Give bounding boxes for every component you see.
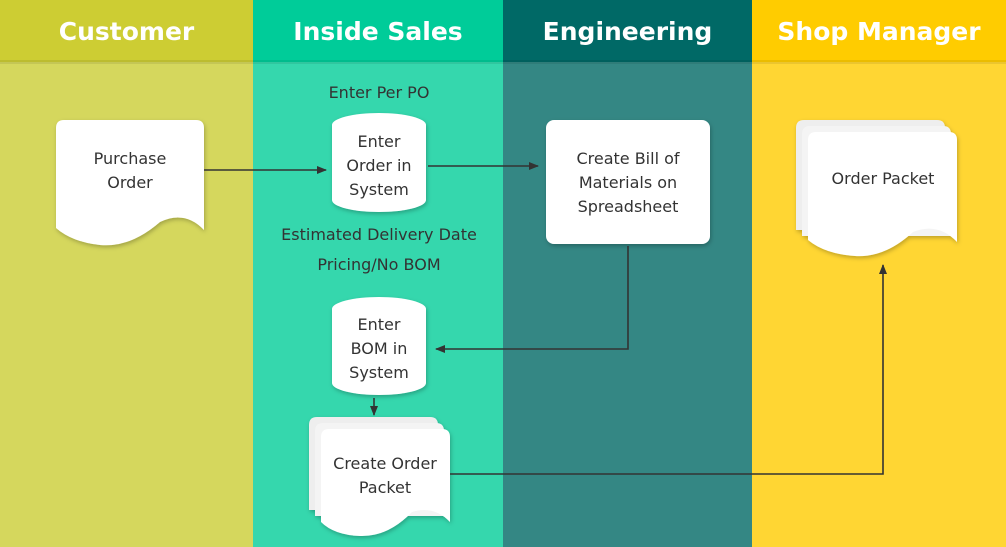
node-label: BOM in xyxy=(351,339,408,358)
node-label: Enter xyxy=(358,315,401,334)
swimlane-diagram: Customer Inside Sales Engineering Shop Mana… xyxy=(0,0,1006,547)
order-packet-multi-document[interactable] xyxy=(796,120,957,257)
annotation-enter-per-po: Enter Per PO xyxy=(329,83,430,102)
node-label: Create Bill of xyxy=(576,149,679,168)
annotation-estimated-delivery: Estimated Delivery Date xyxy=(281,225,477,244)
node-label: Order Packet xyxy=(832,169,935,188)
header-shadow xyxy=(0,60,1006,64)
lane-title: Shop Manager xyxy=(777,17,981,46)
lane-title: Customer xyxy=(59,17,195,46)
node-label: Order in xyxy=(346,156,411,175)
node-label: Create Order xyxy=(333,454,437,473)
node-label: System xyxy=(349,180,409,199)
node-label: System xyxy=(349,363,409,382)
node-label: Packet xyxy=(359,478,411,497)
lane-body xyxy=(0,0,253,547)
annotation-pricing: Pricing/No BOM xyxy=(317,255,440,274)
node-label: Enter xyxy=(358,132,401,151)
lane-customer: Customer xyxy=(0,0,253,547)
node-label: Materials on xyxy=(579,173,677,192)
node-label: Order xyxy=(107,173,153,192)
lane-shop-manager: Shop Manager xyxy=(752,0,1006,547)
lane-body xyxy=(752,0,1006,547)
node-label: Spreadsheet xyxy=(578,197,679,216)
lane-title: Engineering xyxy=(543,17,713,46)
node-label: Purchase xyxy=(94,149,167,168)
lane-title: Inside Sales xyxy=(293,17,462,46)
